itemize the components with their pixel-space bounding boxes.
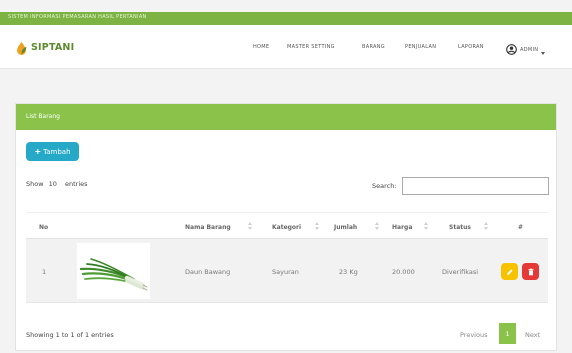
nav-item-home[interactable]: HOME — [253, 44, 269, 50]
list-barang-panel: List Barang + Tambah Show 10 entries Sea… — [15, 103, 557, 351]
cell-nama-barang: Daun Bawang — [185, 268, 231, 276]
pagination-next[interactable]: Next — [525, 331, 540, 339]
entries-select[interactable]: 10 — [49, 180, 57, 188]
cell-jumlah: 23 Kg — [339, 268, 358, 276]
nav-item-penjualan[interactable]: PENJUALAN — [405, 44, 436, 50]
product-image — [77, 243, 150, 299]
add-button[interactable]: + Tambah — [26, 142, 79, 161]
entries-label: entries — [64, 180, 88, 188]
sort-icon[interactable] — [315, 221, 319, 231]
trash-icon — [528, 268, 533, 275]
table-row: 1 Daun Bawang Sayuran 23 Kg 20.000 Diver… — [26, 239, 548, 303]
panel-header: List Barang — [16, 104, 556, 130]
sort-icon[interactable] — [375, 221, 379, 231]
col-harga[interactable]: Harga — [392, 224, 412, 231]
col-action: # — [518, 224, 524, 231]
table-info: Showing 1 to 1 of 1 entries — [26, 331, 114, 339]
user-circle-icon — [506, 40, 517, 59]
top-info-bar: SISTEM INFORMASI PEMASARAN HASIL PERTANI… — [0, 12, 572, 25]
chevron-down-icon — [541, 40, 546, 59]
col-status[interactable]: Status — [449, 224, 471, 231]
main-nav: HOME MASTER SETTING BARANG PENJUALAN LAP… — [0, 44, 572, 54]
col-kategori[interactable]: Kategori — [272, 224, 301, 231]
plus-icon: + — [34, 147, 42, 156]
sort-icon[interactable] — [248, 221, 252, 231]
pencil-icon — [506, 268, 513, 275]
pagination-page[interactable]: 1 — [499, 323, 516, 344]
cell-harga: 20.000 — [392, 268, 415, 276]
add-button-label: Tambah — [43, 147, 71, 156]
sort-icon[interactable] — [484, 221, 488, 231]
show-label: Show — [26, 180, 44, 188]
col-jumlah[interactable]: Jumlah — [334, 224, 357, 231]
system-title: SISTEM INFORMASI PEMASARAN HASIL PERTANI… — [8, 14, 147, 20]
nav-item-laporan[interactable]: LAPORAN — [458, 44, 484, 50]
navbar: SIPTANI HOME MASTER SETTING BARANG PENJU… — [0, 25, 572, 69]
pagination-previous[interactable]: Previous — [460, 331, 487, 339]
edit-button[interactable] — [501, 263, 518, 280]
col-nama-barang[interactable]: Nama Barang — [185, 224, 231, 231]
show-entries: Show 10 entries — [26, 180, 88, 188]
nav-item-master-setting[interactable]: MASTER SETTING — [287, 44, 335, 50]
cell-no: 1 — [42, 268, 47, 276]
nav-item-barang[interactable]: BARANG — [362, 44, 385, 50]
user-name: ADMIN — [520, 46, 539, 53]
delete-button[interactable] — [522, 263, 539, 280]
search-label: Search: — [372, 182, 397, 190]
user-menu[interactable]: ADMIN — [506, 40, 546, 59]
sort-icon[interactable] — [424, 221, 428, 231]
search-input[interactable] — [402, 177, 549, 195]
col-no[interactable]: No — [39, 224, 48, 231]
cell-status: Diverifikasi — [442, 268, 479, 276]
table-header: No Nama Barang Kategori Jumlah Harga Sta… — [26, 212, 548, 239]
cell-kategori: Sayuran — [272, 268, 299, 276]
panel-title: List Barang — [26, 113, 60, 120]
